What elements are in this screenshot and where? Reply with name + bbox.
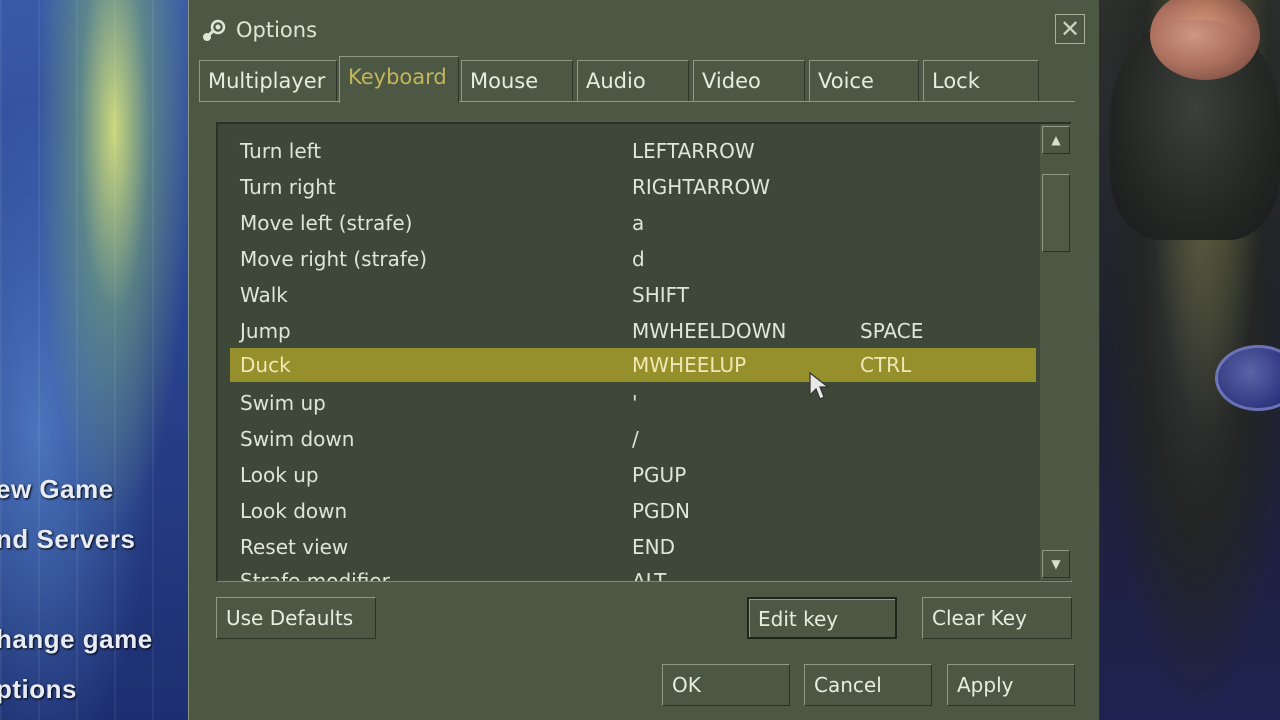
- binding-key: MWHEELDOWN: [632, 319, 787, 343]
- binding-action: Move left (strafe): [240, 211, 413, 235]
- binding-key: /: [632, 427, 639, 451]
- tab-lock[interactable]: Lock: [923, 60, 1039, 102]
- binding-action: Walk: [240, 283, 288, 307]
- binding-row[interactable]: Swim down /: [230, 422, 1036, 456]
- binding-row-selected[interactable]: Duck MWHEELUP CTRL: [230, 348, 1036, 382]
- binding-action: Look up: [240, 463, 319, 487]
- binding-key: PGUP: [632, 463, 687, 487]
- binding-list-scrollbar[interactable]: ▲ ▼: [1040, 124, 1072, 580]
- tab-video[interactable]: Video: [693, 60, 805, 102]
- main-menu-new-game[interactable]: ew Game: [0, 474, 114, 505]
- dialog-titlebar[interactable]: Options ✕: [189, 0, 1099, 58]
- binding-action: Turn left: [240, 139, 322, 163]
- binding-key: END: [632, 535, 675, 559]
- chevron-up-icon: ▲: [1051, 133, 1061, 147]
- main-menu-find-servers[interactable]: nd Servers: [0, 524, 135, 555]
- binding-key: MWHEELUP: [632, 353, 747, 377]
- use-defaults-button[interactable]: Use Defaults: [216, 597, 376, 639]
- binding-row[interactable]: Turn left LEFTARROW: [230, 134, 1036, 168]
- chevron-down-icon: ▼: [1051, 557, 1061, 571]
- binding-action: Jump: [240, 319, 291, 343]
- ok-button[interactable]: OK: [662, 664, 790, 706]
- binding-key: PGDN: [632, 499, 690, 523]
- scroll-up-button[interactable]: ▲: [1042, 126, 1070, 154]
- binding-row[interactable]: Walk SHIFT: [230, 278, 1036, 312]
- tab-audio[interactable]: Audio: [577, 60, 689, 102]
- binding-alt-key: SPACE: [860, 319, 924, 343]
- binding-action: Strafe modifier: [240, 569, 390, 582]
- binding-key: LEFTARROW: [632, 139, 755, 163]
- binding-action: Move right (strafe): [240, 247, 428, 271]
- scroll-thumb[interactable]: [1042, 174, 1070, 252]
- steam-logo-icon: [203, 19, 226, 41]
- cancel-button[interactable]: Cancel: [804, 664, 932, 706]
- close-button[interactable]: ✕: [1055, 14, 1085, 44]
- binding-row[interactable]: Turn right RIGHTARROW: [230, 170, 1036, 204]
- binding-row[interactable]: Look up PGUP: [230, 458, 1036, 492]
- tab-mouse[interactable]: Mouse: [461, 60, 573, 102]
- key-binding-list[interactable]: Turn left LEFTARROW Turn right RIGHTARRO…: [216, 122, 1072, 582]
- edit-key-button[interactable]: Edit key: [747, 597, 897, 639]
- background-stripes: [0, 0, 190, 720]
- binding-action: Duck: [240, 353, 291, 377]
- binding-key: d: [632, 247, 645, 271]
- binding-action: Swim down: [240, 427, 355, 451]
- tab-keyboard[interactable]: Keyboard: [339, 56, 459, 103]
- binding-row[interactable]: Jump MWHEELDOWN SPACE: [230, 314, 1036, 348]
- scroll-down-button[interactable]: ▼: [1042, 550, 1070, 578]
- binding-action: Reset view: [240, 535, 349, 559]
- binding-action: Look down: [240, 499, 348, 523]
- binding-action: Swim up: [240, 391, 326, 415]
- main-menu-options[interactable]: ptions: [0, 674, 77, 705]
- binding-action: Turn right: [240, 175, 336, 199]
- binding-row[interactable]: Strafe modifier ALT: [230, 564, 1036, 582]
- main-menu-change-game[interactable]: hange game: [0, 624, 153, 655]
- binding-key: RIGHTARROW: [632, 175, 770, 199]
- tab-multiplayer[interactable]: Multiplayer: [199, 60, 337, 102]
- binding-alt-key: CTRL: [860, 353, 912, 377]
- clear-key-button[interactable]: Clear Key: [922, 597, 1072, 639]
- binding-key: ': [632, 391, 638, 415]
- tab-voice[interactable]: Voice: [809, 60, 919, 102]
- mouse-pointer-icon: [809, 371, 830, 400]
- binding-row[interactable]: Move left (strafe) a: [230, 206, 1036, 240]
- background-left-scene: [0, 0, 190, 720]
- close-icon: ✕: [1059, 15, 1081, 43]
- binding-row[interactable]: Look down PGDN: [230, 494, 1036, 528]
- binding-key: SHIFT: [632, 283, 690, 307]
- binding-key: ALT: [632, 569, 667, 582]
- dialog-title: Options: [236, 18, 318, 42]
- binding-row[interactable]: Move right (strafe) d: [230, 242, 1036, 276]
- binding-row[interactable]: Swim up ': [230, 386, 1036, 420]
- apply-button[interactable]: Apply: [947, 664, 1075, 706]
- binding-key: a: [632, 211, 645, 235]
- binding-row[interactable]: Reset view END: [230, 530, 1036, 564]
